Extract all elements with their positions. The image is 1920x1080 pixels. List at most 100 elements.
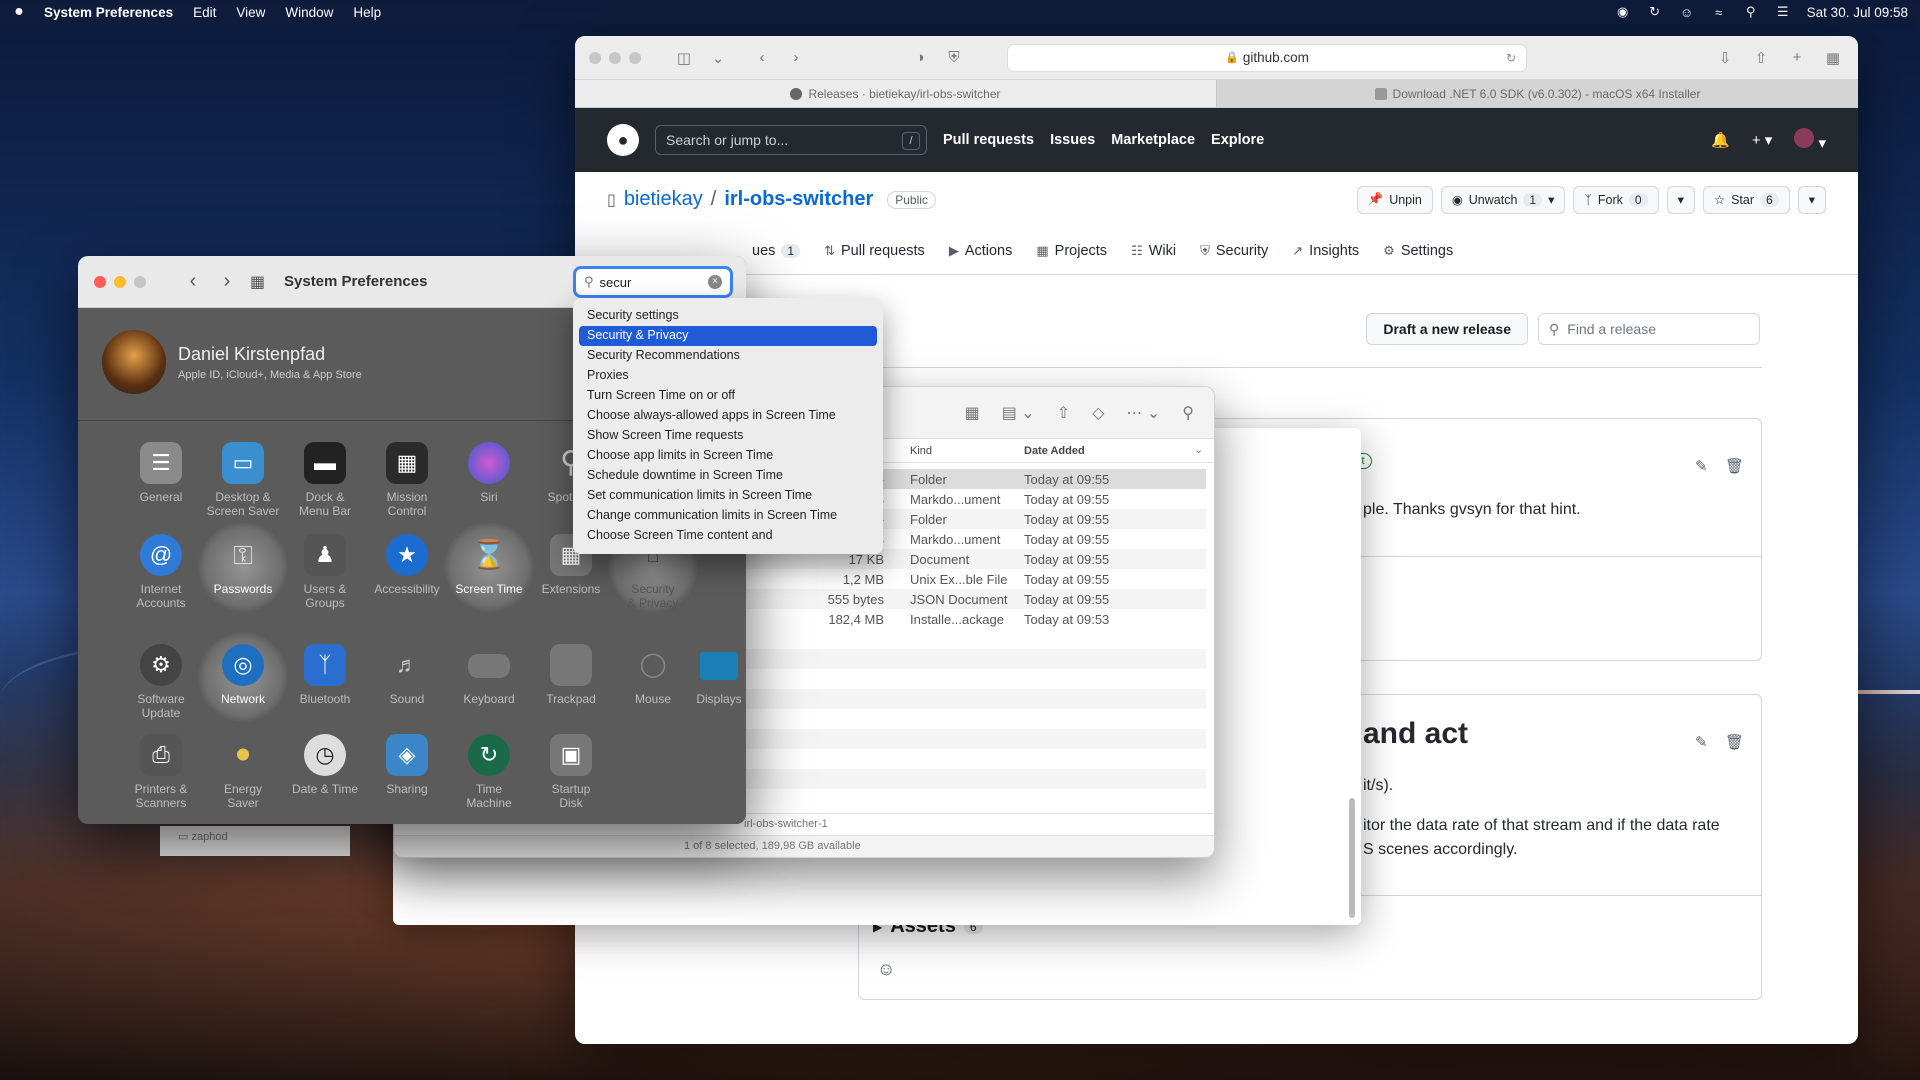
close-button[interactable] <box>94 275 106 288</box>
reload-icon[interactable]: ↻ <box>1506 51 1516 65</box>
extension-shield-icon[interactable]: ⛨ <box>943 49 965 66</box>
tab-issues[interactable]: ues 1 <box>752 243 801 259</box>
tab-insights[interactable]: ↗ Insights <box>1292 243 1359 259</box>
wifi-icon[interactable]: ≈ <box>1711 5 1727 20</box>
pane-keyboard[interactable]: Keyboard <box>448 644 530 706</box>
scrollbar[interactable] <box>1349 798 1355 918</box>
close-button[interactable] <box>589 51 601 64</box>
pane-energy-saver[interactable]: ⚫ Energy Saver <box>202 734 284 810</box>
time-machine-icon[interactable]: ↻ <box>1647 4 1663 19</box>
pane-siri[interactable]: Siri <box>448 442 530 504</box>
pane-mission-control[interactable]: ▦ Mission Control <box>366 442 448 518</box>
nav-explore[interactable]: Explore <box>1211 132 1264 148</box>
result-item[interactable]: Show Screen Time requests <box>579 426 877 446</box>
path-folder[interactable]: irl-obs-switcher-1 <box>744 818 828 830</box>
back-icon[interactable]: ‹ <box>751 49 773 66</box>
menu-app-name[interactable]: System Preferences <box>44 5 173 20</box>
pane-desktop-screensaver[interactable]: ▭ Desktop & Screen Saver <box>202 442 284 518</box>
pane-sound[interactable]: ♬ Sound <box>366 644 448 707</box>
bell-icon[interactable]: 🔔 <box>1711 131 1730 149</box>
result-item[interactable]: Choose app limits in Screen Time <box>579 446 877 466</box>
menu-help[interactable]: Help <box>353 5 381 20</box>
result-item[interactable]: Choose always-allowed apps in Screen Tim… <box>579 406 877 426</box>
pane-printers-scanners[interactable]: ⎙ Printers & Scanners <box>120 734 202 810</box>
result-item[interactable]: Choose Screen Time content and <box>579 526 877 546</box>
star-menu-button[interactable]: ▾ <box>1797 185 1826 214</box>
menu-edit[interactable]: Edit <box>193 5 216 20</box>
new-tab-icon[interactable]: + <box>1786 49 1808 67</box>
share-icon[interactable]: ⇧ <box>1750 49 1772 67</box>
trash-icon[interactable]: 🗑 <box>1725 457 1744 475</box>
repo-name-link[interactable]: irl-obs-switcher <box>724 188 873 211</box>
result-item[interactable]: Schedule downtime in Screen Time <box>579 466 877 486</box>
user-menu[interactable]: ▾ <box>1794 128 1826 152</box>
chevron-down-icon[interactable]: ⌄ <box>707 49 729 67</box>
pane-time-machine[interactable]: ↻ Time Machine <box>448 734 530 810</box>
pane-users-groups[interactable]: ♟ Users & Groups <box>284 534 366 610</box>
pane-screen-time[interactable]: ⌛ Screen Time <box>444 522 534 612</box>
pane-mouse[interactable]: ◯ Mouse <box>612 644 694 707</box>
pane-accessibility[interactable]: ★ Accessibility <box>366 534 448 596</box>
result-item[interactable]: Turn Screen Time on or off <box>579 386 877 406</box>
star-button[interactable]: ☆ Star 6 <box>1702 185 1790 214</box>
pane-bluetooth[interactable]: ᛉ Bluetooth <box>284 644 366 706</box>
tab-actions[interactable]: ▶ Actions <box>949 243 1013 259</box>
pane-trackpad[interactable]: Trackpad <box>530 644 612 706</box>
tab-projects[interactable]: ▦ Projects <box>1036 243 1107 259</box>
minimize-button[interactable] <box>609 51 621 64</box>
computer-name[interactable]: zaphod <box>191 831 227 843</box>
github-search-input[interactable]: Search or jump to... / <box>655 125 927 155</box>
forward-icon[interactable]: › <box>216 270 238 293</box>
repo-owner-link[interactable]: bietiekay <box>624 188 703 211</box>
result-item[interactable]: Security settings <box>579 306 877 326</box>
result-item-selected[interactable]: Security & Privacy <box>579 326 877 346</box>
tab-releases[interactable]: Releases · bietiekay/irl-obs-switcher <box>575 80 1216 107</box>
menu-clock[interactable]: Sat 30. Jul 09:58 <box>1807 5 1908 20</box>
zoom-button[interactable] <box>134 275 146 288</box>
user-icon[interactable]: ☺ <box>1679 5 1695 20</box>
trash-icon[interactable]: 🗑 <box>1725 733 1744 751</box>
downloads-icon[interactable]: ⇩ <box>1714 49 1736 67</box>
minimize-button[interactable] <box>114 275 126 288</box>
unwatch-button[interactable]: ◉ Unwatch 1 ▾ <box>1440 185 1566 214</box>
tab-settings[interactable]: ⚙ Settings <box>1383 243 1453 259</box>
back-icon[interactable]: ‹ <box>182 270 204 293</box>
draft-release-button[interactable]: Draft a new release <box>1366 313 1528 345</box>
show-all-grid-icon[interactable]: ▦ <box>250 272 272 292</box>
zoom-button[interactable] <box>629 51 641 64</box>
pane-dock-menubar[interactable]: ▬ Dock & Menu Bar <box>284 442 366 518</box>
github-logo-icon[interactable]: ● <box>607 124 639 156</box>
menu-view[interactable]: View <box>236 5 265 20</box>
column-date-added[interactable]: Date Added <box>1024 445 1085 457</box>
pane-general[interactable]: ☰ General <box>120 442 202 504</box>
smiley-icon[interactable]: ☺ <box>877 959 895 980</box>
pane-internet-accounts[interactable]: @ Internet Accounts <box>120 534 202 610</box>
nav-marketplace[interactable]: Marketplace <box>1111 132 1195 148</box>
find-release-input[interactable]: ⚲ Find a release <box>1538 313 1760 345</box>
more-icon[interactable]: ⋯ ⌄ <box>1126 403 1160 423</box>
control-center-icon[interactable]: ☰ <box>1775 4 1791 19</box>
tab-dotnet[interactable]: Download .NET 6.0 SDK (v6.0.302) - macOS… <box>1216 80 1858 107</box>
pane-date-time[interactable]: ◷ Date & Time <box>284 734 366 796</box>
create-new-icon[interactable]: + ▾ <box>1752 131 1772 149</box>
pane-startup-disk[interactable]: ▣ Startup Disk <box>530 734 612 810</box>
result-item[interactable]: Set communication limits in Screen Time <box>579 486 877 506</box>
privacy-shield-icon[interactable]: ◑ <box>909 49 931 66</box>
search-icon[interactable]: ⚲ <box>1182 403 1194 423</box>
result-item[interactable]: Change communication limits in Screen Ti… <box>579 506 877 526</box>
tab-security[interactable]: ⛨ Security <box>1200 243 1268 259</box>
status-sync-icon[interactable]: ◉ <box>1615 4 1631 19</box>
clear-search-icon[interactable]: × <box>708 275 722 289</box>
edit-icon[interactable]: ✎ <box>1695 733 1708 751</box>
forward-icon[interactable]: › <box>785 49 807 66</box>
column-kind[interactable]: Kind <box>910 445 932 457</box>
tag-icon[interactable]: ◇ <box>1092 403 1104 423</box>
pane-network[interactable]: ◎ Network <box>198 632 288 722</box>
sidebar-toggle-icon[interactable]: ◫ <box>673 49 695 67</box>
tab-overview-icon[interactable]: ▦ <box>1822 49 1844 67</box>
apple-menu-icon[interactable]: ● <box>12 3 26 21</box>
pane-displays[interactable]: Displays <box>694 644 744 706</box>
result-item[interactable]: Proxies <box>579 366 877 386</box>
nav-pull-requests[interactable]: Pull requests <box>943 132 1034 148</box>
unpin-button[interactable]: 📌 Unpin <box>1356 185 1433 214</box>
